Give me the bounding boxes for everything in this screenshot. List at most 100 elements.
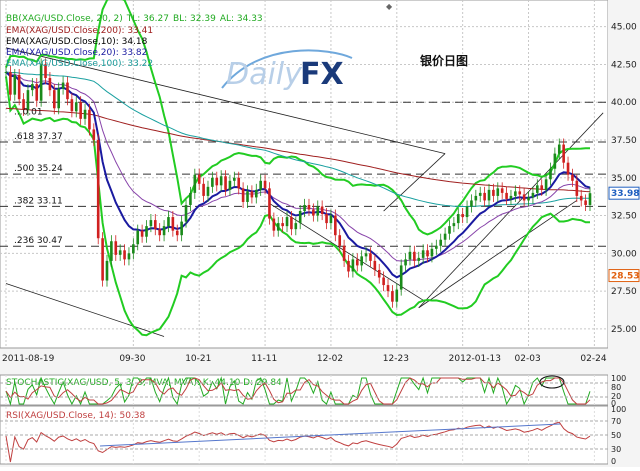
candle-body	[588, 193, 592, 205]
logo-daily: Daily	[226, 57, 303, 92]
candle-body	[316, 206, 320, 216]
y-tick-label: 42.50	[611, 60, 637, 70]
logo-fx: FX	[300, 57, 344, 92]
candle-body	[52, 90, 56, 109]
candle-body	[373, 260, 377, 270]
candle-body	[228, 180, 232, 190]
candle-body	[584, 200, 587, 205]
x-tick-label: 02-24	[580, 354, 606, 364]
chart-stage: 25.00 27.50 30.00 32.50 35.00 37.50 40.00 42.50…	[0, 0, 640, 467]
candle-body	[382, 277, 385, 286]
x-tick-label: 2011-08-19	[2, 354, 55, 364]
x-tick-label: 09-30	[119, 354, 145, 364]
candle-body	[404, 259, 407, 266]
dailyfx-logo: Daily FX	[221, 49, 353, 92]
candle-body	[391, 291, 394, 302]
candle-body	[347, 260, 350, 272]
candle-body	[421, 250, 425, 258]
candle-body	[259, 180, 262, 190]
candle-body	[158, 229, 161, 236]
legend-bb-bl: BL: 32.39	[173, 14, 216, 24]
candle-body	[443, 233, 447, 240]
candle-body	[536, 185, 539, 193]
candle-body	[435, 245, 438, 249]
legend-bb-al: AL: 34.33	[220, 14, 263, 24]
candle-body	[9, 72, 12, 95]
candle-body	[369, 253, 372, 261]
candle-body	[189, 192, 192, 205]
y-tick-label: 37.50	[611, 136, 637, 146]
candle-body	[478, 192, 482, 196]
candle-body	[544, 179, 548, 190]
candle-body	[338, 235, 342, 246]
x-tick-label: 11-11	[251, 354, 277, 364]
chart-svg: 25.00 27.50 30.00 32.50 35.00 37.50 40.00 42.50…	[0, 0, 640, 467]
candle-body	[281, 223, 284, 227]
legend-ema10: EMA(XAG/USD.Close,10): 34.18	[6, 37, 148, 47]
candle-body	[70, 99, 74, 112]
candle-body	[197, 174, 201, 184]
candle-body	[531, 192, 535, 198]
candle-body	[571, 174, 574, 181]
candle-body	[237, 177, 241, 189]
y-tick-label: 25.00	[611, 325, 637, 335]
candle-body	[549, 168, 552, 180]
legend-bb-label: BB(XAG/USD.Close, 20, 2)	[6, 14, 123, 24]
candle-body	[298, 211, 302, 224]
rsi-tick-100: 100	[611, 405, 626, 414]
candle-body	[417, 257, 421, 261]
y-tick-label: 32.50	[611, 212, 637, 222]
candle-body	[439, 239, 443, 246]
candle-body	[553, 153, 557, 169]
fib-level-label: ...0.01	[14, 107, 43, 117]
candle-body	[448, 226, 451, 234]
candle-body	[268, 188, 271, 219]
legend-bb-tl: TL: 36.27	[126, 14, 169, 24]
candle-body	[483, 192, 486, 201]
candle-body	[149, 220, 153, 227]
candle-body	[334, 215, 337, 236]
candle-body	[430, 248, 434, 257]
candle-body	[452, 223, 456, 227]
candle-body	[329, 215, 333, 224]
candle-body	[518, 191, 522, 195]
candle-body	[118, 250, 122, 255]
y-tick-label: 45.00	[611, 23, 637, 33]
candle-body	[66, 82, 69, 100]
candle-body	[241, 188, 245, 202]
corner-marker: ◆	[386, 2, 393, 11]
candle-body	[39, 64, 43, 101]
candle-body	[88, 109, 91, 130]
candle-body	[474, 195, 478, 201]
candle-body	[562, 144, 565, 163]
candle-body	[17, 75, 21, 100]
candle-body	[355, 259, 359, 266]
candle-body	[92, 129, 96, 140]
candle-body	[250, 191, 254, 198]
candle-body	[105, 260, 109, 281]
candle-body	[360, 256, 363, 266]
candle-body	[470, 200, 473, 207]
y-tick-label: 30.00	[611, 249, 637, 259]
candle-body	[290, 217, 293, 230]
candle-body	[307, 204, 311, 210]
candle-body	[211, 177, 214, 187]
candle-body	[505, 192, 508, 199]
candle-body	[184, 204, 188, 222]
candle-body	[399, 265, 403, 290]
candle-body	[233, 177, 236, 181]
x-tick-label: 2012-01-13	[449, 354, 501, 364]
y-tick-label: 40.00	[611, 98, 637, 108]
candle-body	[342, 245, 346, 261]
candle-body	[487, 189, 491, 201]
candle-body	[145, 226, 148, 237]
candle-body	[386, 285, 390, 292]
chart-title: 银价日图	[420, 53, 468, 68]
candle-body	[566, 162, 570, 175]
x-tick-label: 12-02	[317, 354, 343, 364]
candle-body	[413, 251, 416, 261]
candle-body	[426, 250, 429, 257]
candle-body	[153, 220, 157, 230]
candle-body	[408, 251, 412, 260]
candle-body	[83, 109, 87, 119]
